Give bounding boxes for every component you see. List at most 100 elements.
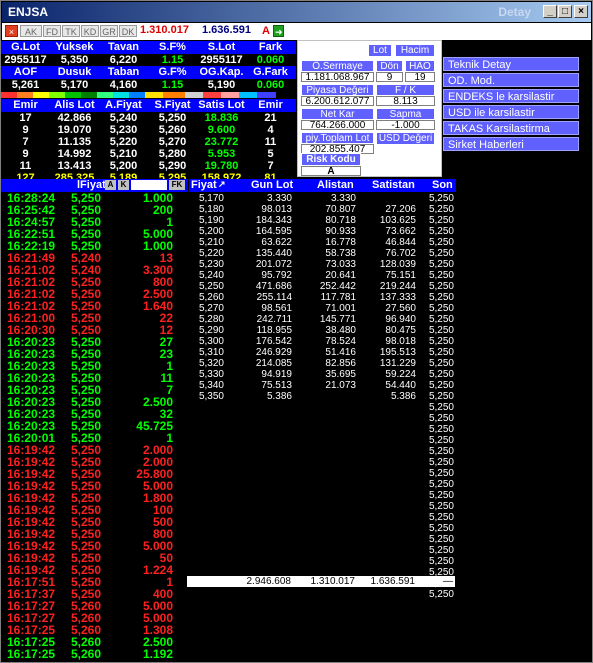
menu-item[interactable]: Sirket Haberleri [443, 137, 579, 151]
depth-row[interactable]: 5,220 135.440 58.738 76.702 5,250 [189, 248, 456, 259]
depth-cell: 98.018 [385, 336, 416, 347]
depth-row[interactable]: 5,240 95.792 20.641 75.151 5,250 [189, 270, 456, 281]
depth-row[interactable]: 5,270 98.561 71.001 27.560 5,250 [189, 303, 456, 314]
depth-cell: 219.244 [379, 281, 416, 292]
depth-cell: 128.039 [379, 259, 416, 270]
depth-row[interactable]: 5,290 118.955 38.480 80.475 5,250 [189, 325, 456, 336]
depth-row[interactable]: 5,190 184.343 80.718 103.625 5,250 [189, 215, 456, 226]
depth-cell: 5,350 [198, 391, 224, 402]
depth-cell: 98.013 [261, 204, 292, 215]
depth-row: 5,250 [189, 556, 456, 567]
depth-son-cell: 5,250 [428, 545, 454, 556]
depth-row[interactable]: 5,210 63.622 16.778 46.844 5,250 [189, 237, 456, 248]
netkar-value: 764.266.000 [301, 120, 374, 130]
depth-row[interactable]: 5,330 94.919 35.695 59.224 5,250 [189, 369, 456, 380]
summary-header-cell: Fark [258, 41, 283, 53]
depth-row[interactable]: 5,200 164.595 90.933 73.662 5,250 [189, 226, 456, 237]
depth-cell: 5,250 [198, 281, 224, 292]
sort-k-button[interactable]: K [118, 180, 129, 190]
depth-cell: 5,250 [428, 215, 454, 226]
depth-row[interactable]: 5,230 201.072 73.033 128.039 5,250 [189, 259, 456, 270]
depth-row[interactable]: 5,250 471.686 252.442 219.244 5,250 [189, 281, 456, 292]
menu-item[interactable]: USD ile karsilastir [443, 105, 579, 119]
depth-cell: 27.560 [385, 303, 416, 314]
depth-cell: 5,310 [198, 347, 224, 358]
depth-row[interactable]: 5,260 255.114 117.781 137.333 5,250 [189, 292, 456, 303]
tool-kd[interactable]: KD [81, 25, 99, 37]
depth-row: 5,250 [189, 413, 456, 424]
summary-value-cell: 5,170 [60, 79, 89, 91]
usd-button[interactable]: USD Değeri [376, 132, 435, 145]
buy-volume-value: 1.310.017 [140, 24, 189, 36]
summary-header-cell: Tavan [108, 41, 139, 53]
menu-item[interactable]: Teknik Detay [443, 57, 579, 71]
depth-cell: 5,290 [198, 325, 224, 336]
depth-header-alistan: Alistan [317, 179, 354, 191]
color-bar [1, 92, 296, 98]
tool-dk[interactable]: DK [119, 25, 137, 37]
depth-cell: 5,250 [428, 391, 454, 402]
hao-label: HAO [405, 60, 435, 72]
close-icon[interactable]: × [5, 25, 18, 37]
summary-value-cell: 0.060 [256, 79, 285, 91]
depth-row[interactable]: 5,300 176.542 78.524 98.018 5,250 [189, 336, 456, 347]
summary-header-cell: G.Fark [253, 66, 288, 78]
trade-price: 5,260 [71, 647, 102, 661]
depth-son-cell: 5,250 [428, 534, 454, 545]
depth-cell: 3.330 [266, 193, 292, 204]
osermaye-label: Ö.Sermaye [301, 60, 374, 72]
depth-row[interactable]: 5,170 3.330 3.330 5,250 [189, 193, 456, 204]
trade-time: 16:17:25 [7, 647, 56, 661]
menu-item[interactable]: OD. Mod. [443, 73, 579, 87]
depth-cell: 95.792 [261, 270, 292, 281]
sell-volume-value: 1.636.591 [202, 24, 251, 36]
sort-arrows-icon[interactable]: ↗ [218, 179, 226, 190]
depth-cell: 35.695 [325, 369, 356, 380]
depth-cell: 5,250 [428, 336, 454, 347]
menu-item[interactable]: ENDEKS le karsilastir [443, 89, 579, 103]
depth-row[interactable]: 5,280 242.711 145.771 96.940 5,250 [189, 314, 456, 325]
depth-cell: 27.206 [385, 204, 416, 215]
tool-tk[interactable]: TK [62, 25, 80, 37]
lot-button[interactable]: Lot [368, 44, 392, 57]
depth-cell: 75.151 [385, 270, 416, 281]
depth-cell: 201.072 [255, 259, 292, 270]
summary-value-cell: 5,190 [207, 79, 236, 91]
depth-header-price[interactable]: Fiyat [191, 179, 217, 191]
filter-input[interactable] [131, 180, 167, 190]
depth-cell: 5,250 [428, 303, 454, 314]
sort-a-button[interactable]: A [105, 180, 116, 190]
a-marker[interactable]: A [260, 25, 272, 37]
risk-value: A [301, 166, 361, 176]
depth-row[interactable]: 5,350 5.386 5.386 5,250 [189, 391, 456, 402]
trade-row[interactable]: 16:17:25 5,260 1.192 [1, 648, 188, 660]
depth-cell: 5.386 [390, 391, 416, 402]
depth-son-cell: 5,250 [428, 589, 454, 600]
depth-son-cell: 5,250 [428, 424, 454, 435]
close-button[interactable]: × [574, 5, 588, 18]
depth-son-cell: 5,250 [428, 402, 454, 413]
minimize-button[interactable]: _ [543, 5, 557, 18]
depth-cell: 5,250 [428, 259, 454, 270]
window-subtitle: Detay [498, 5, 531, 19]
order-header-cell: Alis Lot [54, 99, 95, 111]
summary-header-cell: G.F% [158, 66, 187, 78]
depth-row[interactable]: 5,310 246.929 51.416 195.513 5,250 [189, 347, 456, 358]
hacim-button[interactable]: Hacim [395, 44, 435, 57]
tool-fd[interactable]: FD [43, 25, 61, 37]
depth-row[interactable]: 5,340 75.513 21.073 54.440 5,250 [189, 380, 456, 391]
depth-son-cell: 5,250 [428, 446, 454, 457]
order-header-cell: S.Fiyat [154, 99, 191, 111]
fk-button[interactable]: FK [169, 180, 185, 190]
maximize-button[interactable]: □ [558, 5, 572, 18]
tool-gr[interactable]: GR [100, 25, 118, 37]
tool-ak[interactable]: AK [20, 25, 42, 37]
depth-cell: 5.386 [266, 391, 292, 402]
arrow-right-icon[interactable]: ➜ [273, 25, 284, 37]
depth-cell: 252.442 [319, 281, 356, 292]
depth-cell: 242.711 [256, 314, 292, 325]
depth-row[interactable]: 5,180 98.013 70.807 27.206 5,250 [189, 204, 456, 215]
depth-cell: 96.940 [385, 314, 416, 325]
menu-item[interactable]: TAKAS Karsilastirma [443, 121, 579, 135]
depth-row[interactable]: 5,320 214.085 82.856 131.229 5,250 [189, 358, 456, 369]
